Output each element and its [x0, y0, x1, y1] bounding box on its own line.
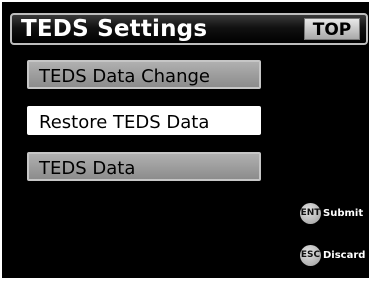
- restore-teds-data-button[interactable]: Restore TEDS Data: [27, 106, 261, 135]
- teds-data-button[interactable]: TEDS Data: [27, 152, 261, 181]
- page-title: TEDS Settings: [21, 16, 208, 42]
- top-button[interactable]: TOP: [304, 18, 360, 40]
- discard-label: Discard: [323, 250, 366, 261]
- submit-label: Submit: [323, 208, 364, 219]
- esc-key-icon: ESC: [300, 245, 321, 266]
- ent-key-icon: ENT: [300, 203, 321, 224]
- device-screen: TEDS Settings TOP TEDS Data Change Resto…: [2, 2, 369, 278]
- teds-data-change-button[interactable]: TEDS Data Change: [27, 60, 261, 89]
- title-bar: TEDS Settings TOP: [10, 13, 368, 45]
- discard-hint[interactable]: ESC Discard: [300, 245, 365, 266]
- submit-hint[interactable]: ENT Submit: [300, 203, 363, 224]
